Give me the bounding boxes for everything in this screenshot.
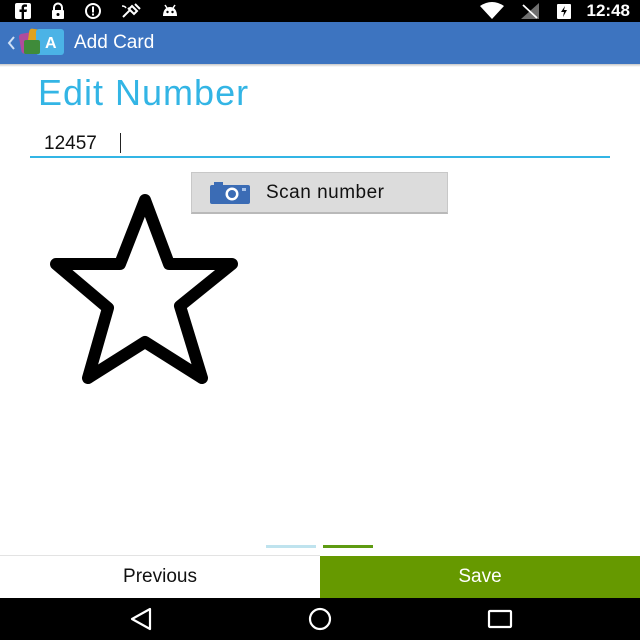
svg-text:A: A xyxy=(45,35,57,52)
number-input[interactable] xyxy=(30,126,610,158)
page-title: Edit Number xyxy=(38,72,250,113)
wifi-icon xyxy=(479,2,504,19)
android-icon xyxy=(163,4,177,16)
satellite-icon xyxy=(121,3,141,18)
chevron-left-icon xyxy=(7,36,15,50)
status-icons-right: 12:48 xyxy=(479,1,630,20)
status-bar: 12:48 xyxy=(0,0,640,22)
facebook-icon xyxy=(15,3,31,20)
nav-home-button[interactable] xyxy=(305,606,335,632)
home-icon xyxy=(308,607,332,631)
signal-off-icon xyxy=(520,3,539,19)
save-label: Save xyxy=(458,566,502,587)
page-indicator-2 xyxy=(323,545,373,548)
back-icon xyxy=(130,607,152,631)
status-icons-left xyxy=(14,2,180,20)
save-button[interactable]: Save xyxy=(320,556,640,598)
battery-charging-icon xyxy=(556,4,571,19)
text-cursor xyxy=(120,133,121,153)
system-nav-bar xyxy=(0,598,640,640)
page-indicator-1 xyxy=(266,545,316,548)
star-icon[interactable] xyxy=(48,192,240,388)
info-icon xyxy=(85,3,101,19)
action-bar-title: Add Card xyxy=(74,32,155,53)
app-icon[interactable]: A xyxy=(18,26,66,60)
previous-label: Previous xyxy=(123,566,197,587)
scan-number-label: Scan number xyxy=(266,181,385,203)
previous-button[interactable]: Previous xyxy=(0,556,320,598)
number-input-value: 12457 xyxy=(44,133,97,154)
nav-recents-button[interactable] xyxy=(485,606,515,632)
status-time: 12:48 xyxy=(586,1,630,20)
action-bar-shadow xyxy=(0,64,640,67)
lock-icon xyxy=(52,2,64,19)
up-navigation-button[interactable] xyxy=(4,22,18,64)
nav-back-button[interactable] xyxy=(126,606,156,632)
action-bar: A Add Card xyxy=(0,22,640,64)
recents-icon xyxy=(487,609,513,629)
